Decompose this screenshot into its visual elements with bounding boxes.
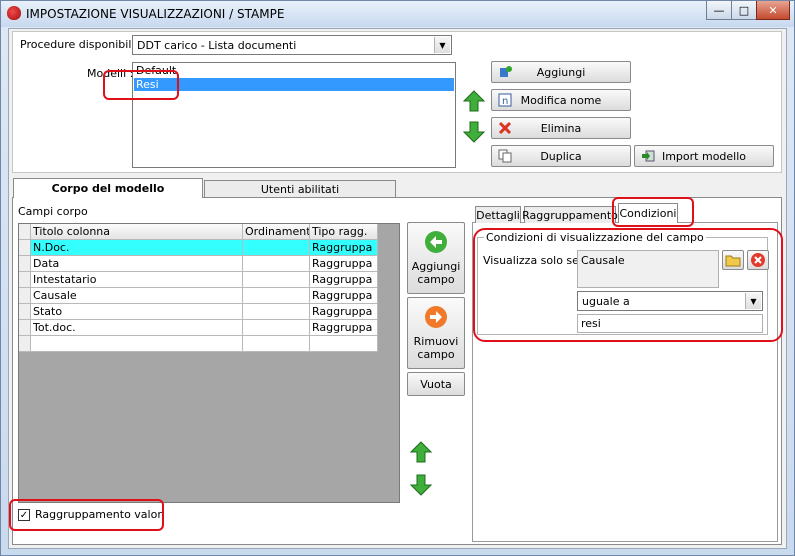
maximize-icon: □	[738, 3, 750, 17]
close-icon: ✕	[768, 3, 778, 17]
move-down-model-button[interactable]	[462, 120, 486, 144]
chevron-down-icon[interactable]: ▼	[434, 37, 450, 53]
highlight-checkbox	[9, 499, 164, 531]
grid-cell[interactable]: N.Doc.	[31, 240, 243, 256]
column-header-ordinamento[interactable]: Ordinamento	[243, 224, 310, 240]
maximize-button[interactable]: □	[731, 1, 757, 20]
arrow-right-circle-icon	[425, 306, 447, 328]
arrow-up-icon	[410, 441, 432, 463]
move-up-field-button[interactable]	[409, 440, 433, 464]
move-up-model-button[interactable]	[462, 89, 486, 113]
grid-cell[interactable]	[243, 240, 310, 256]
modelli-item-resi[interactable]: Resi	[134, 78, 454, 91]
rename-icon: n	[498, 93, 512, 107]
grid-cell[interactable]: Raggruppa	[310, 256, 378, 272]
grid-cell[interactable]: Intestatario	[31, 272, 243, 288]
grid-cell[interactable]	[243, 336, 310, 352]
grid-cell[interactable]	[31, 336, 243, 352]
row-header[interactable]	[19, 240, 31, 256]
strawberry-app-icon	[7, 6, 21, 20]
row-header[interactable]	[19, 304, 31, 320]
grid-cell[interactable]: Causale	[31, 288, 243, 304]
grid-cell[interactable]	[243, 256, 310, 272]
modelli-list[interactable]: Default Resi	[132, 62, 456, 168]
campi-grid[interactable]: Titolo colonna Ordinamento Tipo ragg. N.…	[18, 223, 400, 503]
rimuovi-campo-button[interactable]: Rimuovi campo	[407, 297, 465, 369]
highlight-condizioni-tab	[612, 197, 694, 227]
grid-cell[interactable]: Data	[31, 256, 243, 272]
import-modello-button[interactable]: Import modello	[634, 145, 774, 167]
grid-cell[interactable]: Raggruppa	[310, 304, 378, 320]
import-icon	[642, 150, 655, 162]
procedure-select[interactable]: DDT carico - Lista documenti ▼	[132, 35, 452, 55]
window-title: IMPOSTAZIONE VISUALIZZAZIONI / STAMPE	[26, 7, 285, 21]
tab-corpo-del-modello[interactable]: Corpo del modello	[13, 178, 203, 198]
arrow-down-icon	[463, 121, 485, 143]
row-header[interactable]	[19, 336, 31, 352]
column-header-tipo-ragg[interactable]: Tipo ragg.	[310, 224, 378, 240]
vuota-button[interactable]: Vuota	[407, 372, 465, 396]
grid-cell[interactable]: Raggruppa	[310, 288, 378, 304]
minimize-button[interactable]: —	[706, 1, 732, 20]
grid-cell[interactable]	[243, 288, 310, 304]
row-header[interactable]	[19, 288, 31, 304]
copy-icon	[498, 149, 512, 163]
modifica-nome-button[interactable]: n Modifica nome	[491, 89, 631, 111]
close-button[interactable]: ✕	[756, 1, 790, 20]
elimina-button[interactable]: Elimina	[491, 117, 631, 139]
procedure-label: Procedure disponibili :	[20, 38, 142, 51]
highlight-condizioni-group	[473, 228, 783, 342]
grid-cell[interactable]	[243, 320, 310, 336]
procedure-value: DDT carico - Lista documenti	[137, 39, 297, 52]
grid-cell[interactable]: Stato	[31, 304, 243, 320]
row-header[interactable]	[19, 320, 31, 336]
grid-cell[interactable]	[243, 304, 310, 320]
grid-cell[interactable]: Raggruppa	[310, 240, 378, 256]
arrow-left-circle-icon	[425, 231, 447, 253]
duplica-button[interactable]: Duplica	[491, 145, 631, 167]
grid-cell[interactable]: Raggruppa	[310, 320, 378, 336]
subtab-raggruppamento[interactable]: Raggruppamento	[522, 206, 618, 223]
campi-corpo-label: Campi corpo	[18, 205, 88, 218]
grid-cell[interactable]: Tot.doc.	[31, 320, 243, 336]
arrow-up-icon	[463, 90, 485, 112]
tab-utenti-abilitati[interactable]: Utenti abilitati	[204, 180, 396, 197]
grid-cell[interactable]	[243, 272, 310, 288]
grid-cell[interactable]: Raggruppa	[310, 272, 378, 288]
aggiungi-button[interactable]: Aggiungi	[491, 61, 631, 83]
highlight-modelli	[103, 70, 179, 100]
subtab-dettagli[interactable]: Dettagli	[475, 206, 521, 223]
svg-text:n: n	[502, 96, 508, 107]
row-header[interactable]	[19, 272, 31, 288]
add-database-icon	[500, 66, 512, 77]
column-header-titolo[interactable]: Titolo colonna	[31, 224, 243, 240]
move-down-field-button[interactable]	[409, 473, 433, 497]
delete-x-icon	[498, 121, 512, 135]
row-header[interactable]	[19, 256, 31, 272]
aggiungi-campo-button[interactable]: Aggiungi campo	[407, 222, 465, 294]
modelli-item-default[interactable]: Default	[134, 64, 454, 77]
arrow-down-icon	[410, 474, 432, 496]
grid-cell[interactable]	[310, 336, 378, 352]
minimize-icon: —	[713, 3, 725, 17]
